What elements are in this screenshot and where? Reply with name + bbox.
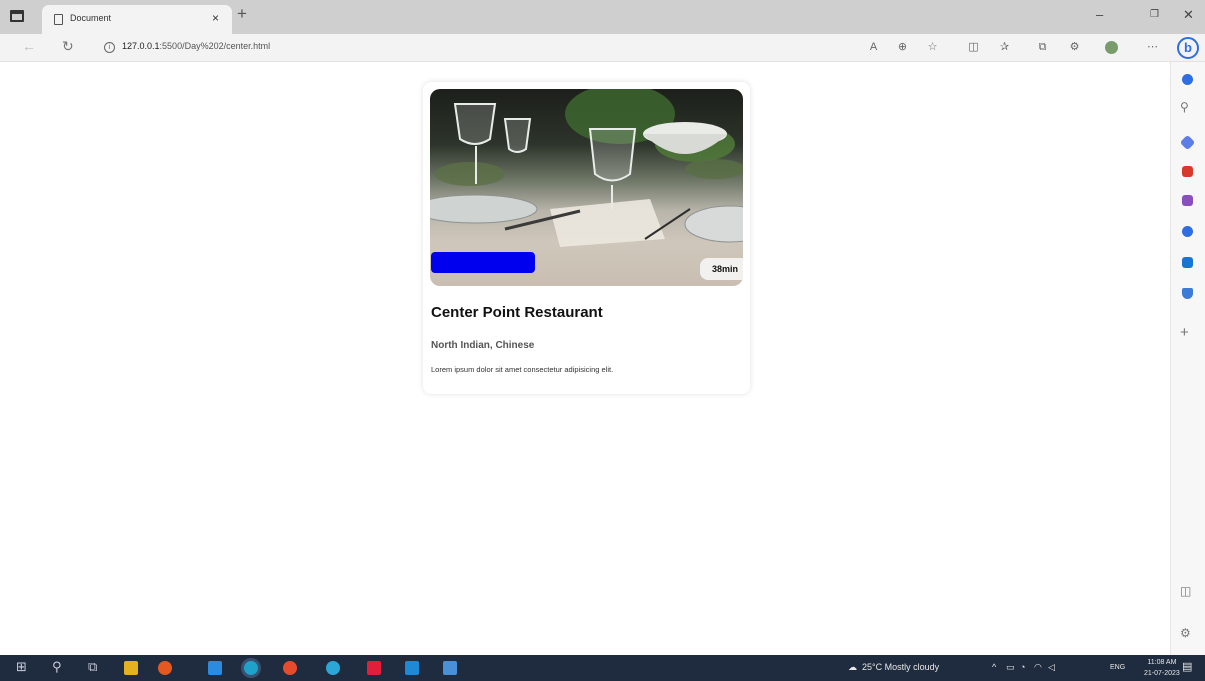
sidebar-shopping-icon[interactable] [1182,166,1193,177]
network-icon[interactable]: ◔ [1020,662,1025,672]
delivery-time-badge: 38min [699,258,743,280]
clock-date: 21-07-2023 [1144,670,1180,677]
firefox-icon[interactable] [158,661,172,675]
new-tab-button[interactable]: + [237,4,247,24]
sidebar-add-icon[interactable]: + [1180,324,1189,341]
sidebar-tools-icon[interactable] [1179,134,1196,151]
info-icon[interactable]: i [104,42,115,53]
restaurant-description: Lorem ipsum dolor sit amet consectetur a… [431,365,614,374]
sidebar-drop-icon[interactable] [1182,288,1193,299]
restaurant-photo: 38min [430,89,743,286]
maximize-button[interactable]: ❐ [1150,9,1159,20]
zoom-icon[interactable]: ⊕ [896,41,909,54]
clock[interactable]: 11:08 AM 21-07-2023 [1144,657,1180,679]
more-menu-icon[interactable]: ⋯ [1146,41,1159,54]
mail-icon[interactable] [208,661,222,675]
tab-actions-icon[interactable] [10,10,24,22]
favorite-star-icon[interactable]: ☆ [926,41,939,54]
weather-text[interactable]: 25°C Mostly cloudy [862,662,939,672]
title-bar: Document × + – ❐ ✕ [0,0,1205,34]
sidebar-games-icon[interactable] [1182,195,1193,206]
start-icon[interactable]: ⊞ [16,659,27,675]
extensions-icon[interactable]: ⚙ [1068,41,1081,54]
url-host: 127.0.0.1 [122,41,160,51]
edge-icon[interactable] [244,661,258,675]
notifications-icon[interactable]: ▤ [1182,660,1192,673]
clock-time: 11:08 AM [1147,659,1177,666]
promo-badge [431,252,535,273]
language-indicator[interactable]: ENG [1110,664,1125,671]
search-icon[interactable]: ⚲ [52,659,62,675]
collections-icon[interactable]: ⧉ [1036,41,1049,54]
chrome-icon[interactable] [283,661,297,675]
profile-avatar[interactable] [1105,41,1118,54]
refresh-icon[interactable]: ↻ [62,38,74,55]
restaurant-card[interactable]: 38min Center Point Restaurant North Indi… [423,82,750,394]
bing-chat-icon[interactable]: b [1177,37,1199,59]
sidebar-settings-icon[interactable]: ⚙ [1180,626,1191,640]
tray-chevron-icon[interactable]: ^ [992,662,996,672]
restaurant-name: Center Point Restaurant [431,304,603,321]
close-window-button[interactable]: ✕ [1183,7,1194,23]
youtube-icon[interactable] [367,661,381,675]
address-toolbar: ← ↻ i 127.0.0.1:5500/Day%202/center.html… [0,34,1205,62]
tab-title: Document [70,13,112,23]
sidebar-outlook-icon[interactable] [1182,257,1193,268]
weather-icon[interactable]: ☁ [848,662,857,673]
url-path: :5500/Day%202/center.html [159,41,271,51]
read-aloud-icon[interactable]: A [867,41,880,54]
split-screen-icon[interactable]: ◫ [967,41,980,54]
app-icon[interactable] [326,661,340,675]
vscode-icon[interactable] [405,661,419,675]
tab-document[interactable]: Document × [42,5,232,34]
file-explorer-icon[interactable] [124,661,138,675]
back-icon[interactable]: ← [22,38,36,54]
edge-sidebar: ⚲ + ◫ ⚙ [1170,62,1205,655]
document-icon [54,14,63,25]
sidebar-search-icon[interactable]: ⚲ [1180,100,1189,114]
address-bar[interactable]: 127.0.0.1:5500/Day%202/center.html [122,41,270,51]
sidebar-discover-icon[interactable] [1182,74,1193,85]
wifi-icon[interactable]: ◠ [1034,662,1042,673]
windows-taskbar: ⊞ ⚲ ⧉ ☁ 25°C Mostly cloudy ^ ▭ ◔ ◠ ◁ ENG… [0,655,1205,681]
sidebar-layout-icon[interactable]: ◫ [1180,584,1191,598]
sidebar-office-icon[interactable] [1182,226,1193,237]
tab-close-button[interactable]: × [212,11,219,25]
battery-icon[interactable]: ▭ [1006,662,1015,673]
cuisine-label: North Indian, Chinese [431,340,535,351]
photos-icon[interactable] [443,661,457,675]
volume-icon[interactable]: ◁ [1048,662,1055,673]
task-view-icon[interactable]: ⧉ [88,659,97,675]
favorites-icon[interactable]: ✰ [998,41,1011,54]
minimize-button[interactable]: – [1096,7,1103,22]
